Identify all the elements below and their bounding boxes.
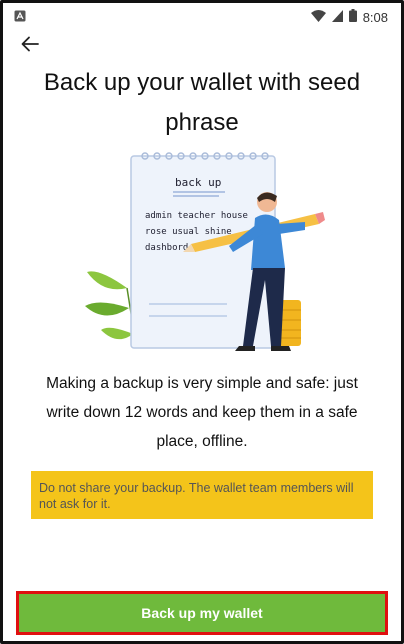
signal-icon — [331, 9, 343, 25]
app-screen: 8:08 Back up your wallet with seed phras… — [0, 0, 404, 644]
back-up-wallet-button[interactable]: Back up my wallet — [19, 594, 385, 632]
status-bar: 8:08 — [6, 6, 398, 28]
backup-illustration: back up admin teacher house rose usual s… — [79, 148, 331, 360]
arrow-left-icon — [21, 36, 39, 57]
seed-line-1: admin teacher house — [145, 211, 248, 221]
back-up-wallet-button-label: Back up my wallet — [141, 605, 263, 621]
warning-text: Do not share your backup. The wallet tea… — [39, 481, 354, 511]
notebook-heading: back up — [175, 176, 221, 189]
status-time: 8:08 — [362, 9, 388, 25]
page-title: Back up your wallet with seed phrase — [43, 69, 361, 136]
app-notification-icon — [14, 10, 26, 25]
wifi-icon — [310, 9, 326, 25]
seed-line-2: rose usual shine — [145, 227, 232, 237]
backup-description: Making a backup is very simple and safe:… — [46, 375, 358, 450]
security-warning-banner: Do not share your backup. The wallet tea… — [31, 471, 373, 519]
seed-line-3: dashbord — [145, 243, 188, 253]
back-button[interactable] — [17, 33, 43, 59]
battery-icon — [348, 9, 357, 25]
leaves-decoration — [85, 271, 136, 340]
